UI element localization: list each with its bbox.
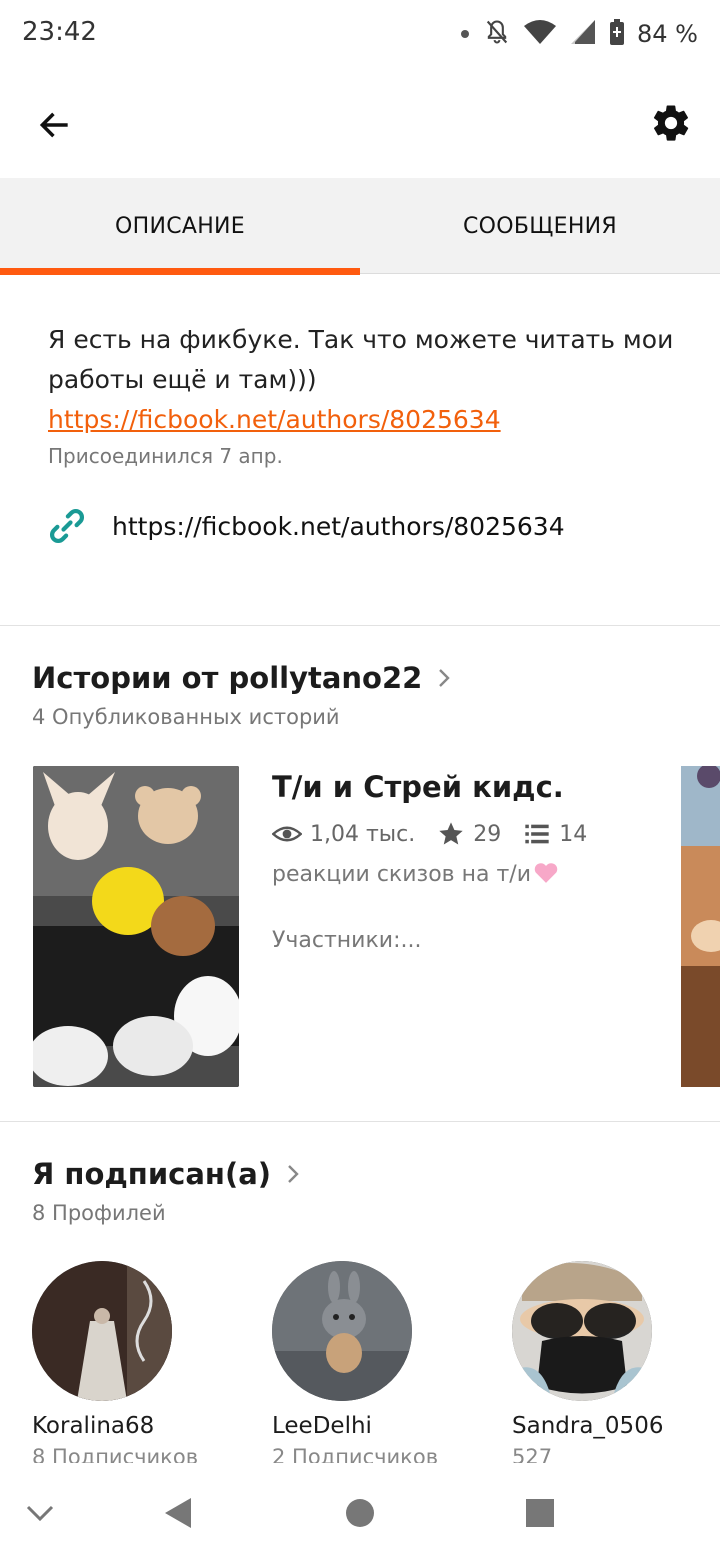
nav-collapse-button[interactable]	[15, 1488, 65, 1538]
stories-title: Истории от pollytano22	[32, 661, 423, 695]
website-row[interactable]: https://ficbook.net/authors/8025634	[46, 504, 565, 548]
notification-dot-icon	[459, 25, 471, 44]
stories-count: 4 Опубликованных историй	[32, 705, 340, 729]
chevron-right-icon	[285, 1162, 301, 1186]
profile-name: LeeDelhi	[272, 1413, 372, 1439]
eye-icon	[272, 826, 302, 842]
settings-button[interactable]	[646, 98, 696, 148]
battery-percent: 84 %	[637, 20, 698, 48]
story-parts: 14	[559, 821, 588, 847]
story-views: 1,04 тыс.	[310, 821, 416, 847]
wifi-icon	[523, 18, 557, 50]
following-count: 8 Профилей	[32, 1201, 166, 1225]
divider	[0, 1121, 720, 1122]
chevron-down-icon	[26, 1505, 54, 1522]
following-header[interactable]: Я подписан(а)	[32, 1157, 301, 1191]
avatar[interactable]	[272, 1261, 412, 1401]
profile-card[interactable]: Koralina68 8 Подписчиков	[32, 1261, 232, 1463]
tab-description[interactable]: ОПИСАНИЕ	[0, 178, 360, 275]
star-icon	[439, 822, 463, 845]
triangle-back-icon	[165, 1498, 191, 1528]
circle-home-icon	[346, 1499, 374, 1527]
divider	[0, 625, 720, 626]
nav-home-button[interactable]	[335, 1488, 385, 1538]
status-time: 23:42	[22, 17, 97, 47]
link-icon	[50, 509, 84, 543]
following-title: Я подписан(а)	[32, 1157, 272, 1191]
profile-name: Sandra_0506	[512, 1413, 664, 1439]
battery-icon	[609, 18, 625, 50]
profile-followers: 527	[512, 1445, 553, 1463]
avatar[interactable]	[32, 1261, 172, 1401]
app-bar	[0, 70, 720, 178]
avatar[interactable]	[512, 1261, 652, 1401]
gear-icon	[653, 105, 689, 141]
tab-bar: ОПИСАНИЕ СООБЩЕНИЯ	[0, 178, 720, 275]
pink-heart-icon	[534, 863, 558, 883]
website-url: https://ficbook.net/authors/8025634	[112, 511, 565, 541]
profile-card[interactable]: LeeDelhi 2 Подписчиков	[272, 1261, 472, 1463]
profile-name: Koralina68	[32, 1413, 155, 1439]
back-button[interactable]	[30, 100, 80, 150]
tab-messages[interactable]: СООБЩЕНИЯ	[360, 178, 720, 274]
story-cover-image[interactable]	[33, 766, 239, 1087]
next-story-cover-image[interactable]	[681, 766, 720, 1087]
system-nav-bar	[0, 1464, 720, 1560]
profile-followers: 8 Подписчиков	[32, 1445, 199, 1463]
story-stats: 1,04 тыс. 29 14	[272, 816, 601, 852]
status-icons: 84 %	[459, 14, 698, 54]
description-text: Я есть на фикбуке. Так что можете читать…	[48, 325, 674, 394]
arrow-left-icon	[39, 112, 68, 138]
story-description: реакции скизов на т/и	[272, 860, 559, 887]
list-icon	[525, 824, 549, 844]
square-recents-icon	[526, 1499, 554, 1527]
story-votes: 29	[473, 821, 502, 847]
chevron-right-icon	[436, 666, 452, 690]
profile-followers: 2 Подписчиков	[272, 1445, 439, 1463]
description-link[interactable]: https://ficbook.net/authors/8025634	[48, 400, 688, 440]
nav-recents-button[interactable]	[515, 1488, 565, 1538]
nav-back-button[interactable]	[153, 1488, 203, 1538]
profile-description: Я есть на фикбуке. Так что можете читать…	[48, 320, 688, 440]
signal-icon	[569, 18, 597, 50]
story-title[interactable]: Т/и и Стрей кидс.	[272, 770, 564, 804]
joined-date: Присоединился 7 апр.	[48, 444, 283, 468]
stories-header[interactable]: Истории от pollytano22	[32, 661, 452, 695]
story-participants: Участники:...	[272, 928, 422, 953]
profile-card[interactable]: Sandra_0506 527	[512, 1261, 712, 1463]
status-bar: 23:42 84 %	[0, 0, 720, 70]
mute-bell-icon	[483, 18, 511, 50]
